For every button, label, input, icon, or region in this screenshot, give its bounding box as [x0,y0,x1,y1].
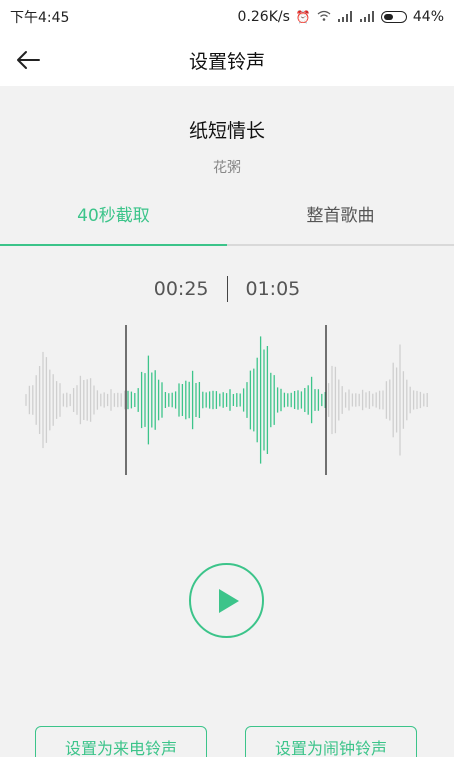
tab-bar: 40秒截取 整首歌曲 [0,196,454,248]
song-artist: 花粥 [213,160,241,176]
battery-percent: 44% [412,9,444,25]
song-title: 纸短情长 [188,120,265,142]
selection-time-range: 00:25 01:05 [0,276,454,302]
title-bar: 设置铃声 [0,34,454,86]
status-time: 下午4:45 [10,10,70,26]
wifi-icon [317,10,331,25]
set-alarm-ringtone-button[interactable]: 设置为闹钟铃声 [245,726,417,757]
selection-end-time: 01:05 [245,278,301,300]
waveform[interactable] [0,320,454,480]
back-button[interactable] [12,44,44,76]
page-title: 设置铃声 [188,50,265,73]
song-info: 纸短情长 花粥 [0,86,454,177]
play-button[interactable] [189,563,264,638]
tab-indicator [0,244,227,246]
play-icon [218,588,239,613]
arrow-left-icon [17,51,40,69]
status-bar: 下午4:45 0.26K/s ⏰ 44% [0,0,454,34]
signal-icon [359,10,375,25]
tab-40s-clip[interactable]: 40秒截取 [0,196,227,248]
network-speed: 0.26K/s [237,9,290,25]
set-call-ringtone-button[interactable]: 设置为来电铃声 [35,726,207,757]
selection-start-time: 00:25 [153,278,209,300]
time-separator [226,276,228,302]
tab-full-song[interactable]: 整首歌曲 [227,196,454,248]
battery-icon [380,11,407,23]
status-icons: 0.26K/s ⏰ 44% [238,9,444,25]
alarm-icon: ⏰ [295,10,311,24]
signal-icon [337,10,353,25]
